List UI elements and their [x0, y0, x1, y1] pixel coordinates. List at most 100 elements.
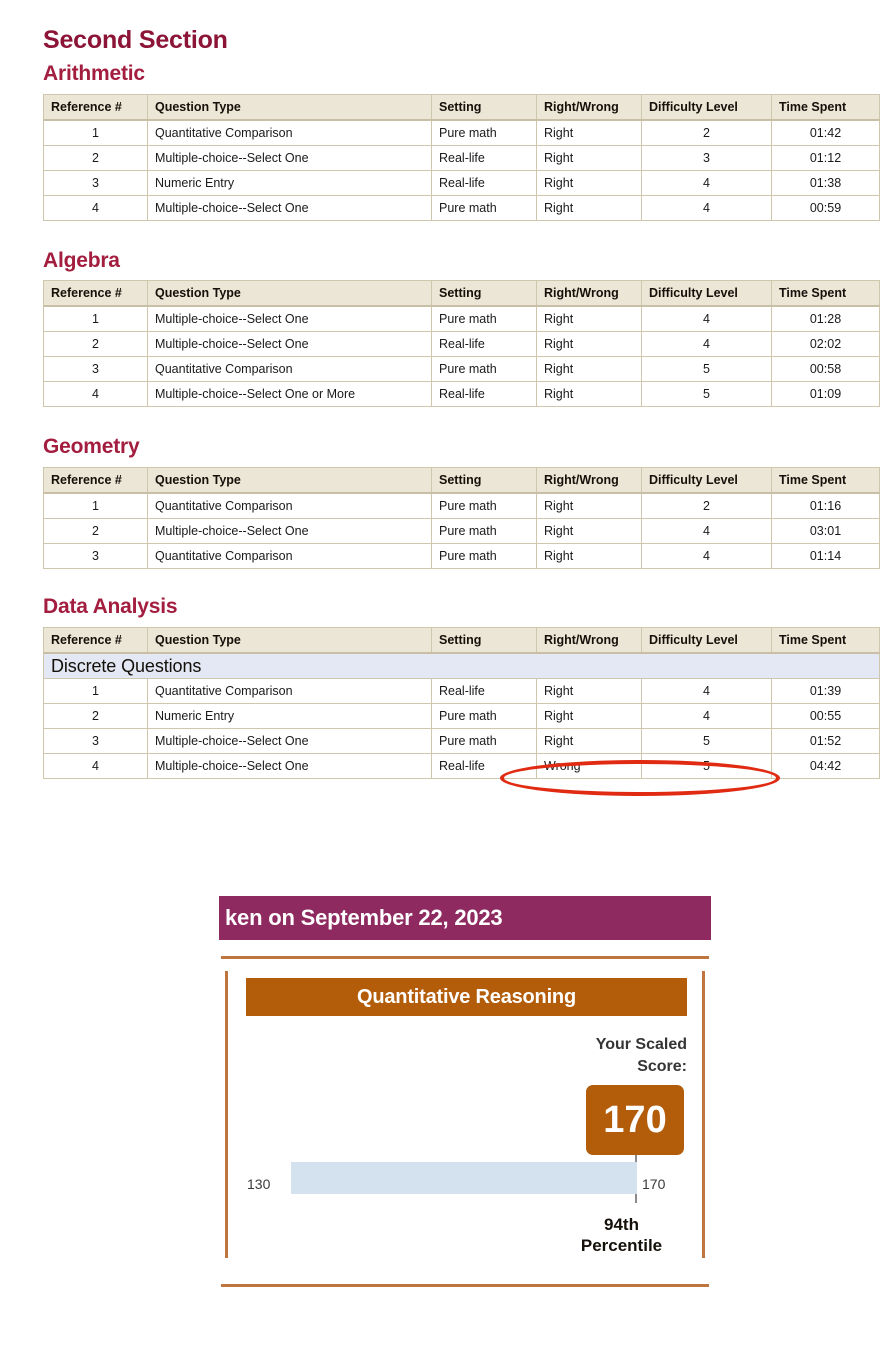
table-header-row: Reference # Question Type Setting Right/…: [43, 280, 880, 307]
cell-time-spent: 01:28: [771, 305, 880, 332]
table-data-analysis: Reference # Question Type Setting Right/…: [43, 627, 880, 779]
percentile-label: 94th Percentile: [529, 1214, 714, 1256]
table-header-row: Reference # Question Type Setting Right/…: [43, 467, 880, 494]
subgroup-row: Discrete Questions: [43, 652, 880, 679]
cell-reference: 1: [43, 305, 148, 332]
cell-setting: Real-life: [431, 145, 537, 171]
cell-question-type: Quantitative Comparison: [147, 119, 432, 146]
cell-difficulty: 4: [641, 518, 772, 544]
table-geometry: Reference # Question Type Setting Right/…: [43, 467, 880, 569]
cell-reference: 2: [43, 518, 148, 544]
cell-question-type: Multiple-choice--Select One: [147, 145, 432, 171]
cell-difficulty: 4: [641, 170, 772, 196]
cell-difficulty: 5: [641, 728, 772, 754]
cell-right-wrong: Right: [536, 195, 642, 221]
cell-time-spent: 01:12: [771, 145, 880, 171]
group-title-data-analysis: Data Analysis: [43, 595, 178, 618]
cell-time-spent: 04:42: [771, 753, 880, 779]
cell-reference: 1: [43, 119, 148, 146]
cell-setting: Pure math: [431, 518, 537, 544]
divider-bottom: [221, 1284, 709, 1287]
cell-time-spent: 01:38: [771, 170, 880, 196]
score-range-min-label: 130: [247, 1176, 271, 1192]
table-row: 1 Quantitative Comparison Real-life Righ…: [43, 678, 880, 704]
table-row: 3 Quantitative Comparison Pure math Righ…: [43, 356, 880, 382]
cell-difficulty: 4: [641, 703, 772, 729]
table-row: 2 Numeric Entry Pure math Right 4 00:55: [43, 703, 880, 729]
column-header-difficulty: Difficulty Level: [641, 280, 772, 307]
cell-time-spent: 00:59: [771, 195, 880, 221]
cell-setting: Real-life: [431, 331, 537, 357]
column-header-setting: Setting: [431, 467, 537, 494]
score-range-max-label: 170: [642, 1176, 666, 1192]
page-title: Second Section: [43, 26, 228, 54]
cell-right-wrong: Right: [536, 678, 642, 704]
table-row: 4 Multiple-choice--Select One Real-life …: [43, 753, 880, 779]
cell-question-type: Numeric Entry: [147, 170, 432, 196]
cell-difficulty: 5: [641, 356, 772, 382]
cell-question-type: Multiple-choice--Select One: [147, 753, 432, 779]
table-row: 3 Multiple-choice--Select One Pure math …: [43, 728, 880, 754]
cell-right-wrong: Right: [536, 381, 642, 407]
column-header-question-type: Question Type: [147, 94, 432, 121]
cell-question-type: Numeric Entry: [147, 703, 432, 729]
cell-question-type: Quantitative Comparison: [147, 678, 432, 704]
column-header-right-wrong: Right/Wrong: [536, 467, 642, 494]
cell-time-spent: 01:09: [771, 381, 880, 407]
column-header-time-spent: Time Spent: [771, 467, 880, 494]
cell-difficulty: 4: [641, 195, 772, 221]
cell-right-wrong: Wrong: [536, 753, 642, 779]
divider-top: [221, 956, 709, 959]
cell-time-spent: 03:01: [771, 518, 880, 544]
cell-question-type: Multiple-choice--Select One or More: [147, 381, 432, 407]
cell-right-wrong: Right: [536, 331, 642, 357]
cell-reference: 4: [43, 753, 148, 779]
column-header-reference: Reference #: [43, 280, 148, 307]
cell-right-wrong: Right: [536, 518, 642, 544]
cell-time-spent: 01:52: [771, 728, 880, 754]
cell-reference: 2: [43, 331, 148, 357]
table-row: 3 Numeric Entry Real-life Right 4 01:38: [43, 170, 880, 196]
cell-reference: 2: [43, 703, 148, 729]
cell-reference: 3: [43, 356, 148, 382]
cell-reference: 3: [43, 170, 148, 196]
percentile-word: Percentile: [580, 1236, 663, 1255]
table-algebra: Reference # Question Type Setting Right/…: [43, 280, 880, 407]
cell-setting: Real-life: [431, 678, 537, 704]
table-row: 1 Quantitative Comparison Pure math Righ…: [43, 492, 880, 519]
column-header-right-wrong: Right/Wrong: [536, 627, 642, 654]
cell-question-type: Multiple-choice--Select One: [147, 728, 432, 754]
frame-border-left: [225, 971, 228, 1258]
cell-setting: Pure math: [431, 119, 537, 146]
cell-time-spent: 00:55: [771, 703, 880, 729]
group-title-algebra: Algebra: [43, 249, 120, 272]
cell-right-wrong: Right: [536, 356, 642, 382]
cell-question-type: Multiple-choice--Select One: [147, 518, 432, 544]
scaled-score-label-line2: Score:: [637, 1058, 687, 1075]
cell-reference: 1: [43, 492, 148, 519]
cell-time-spent: 02:02: [771, 331, 880, 357]
table-row: 2 Multiple-choice--Select One Pure math …: [43, 518, 880, 544]
cell-reference: 1: [43, 678, 148, 704]
cell-reference: 4: [43, 381, 148, 407]
cell-difficulty: 4: [641, 331, 772, 357]
cell-reference: 3: [43, 543, 148, 569]
group-title-arithmetic: Arithmetic: [43, 62, 145, 85]
cell-right-wrong: Right: [536, 305, 642, 332]
column-header-setting: Setting: [431, 627, 537, 654]
cell-right-wrong: Right: [536, 543, 642, 569]
cell-difficulty: 4: [641, 678, 772, 704]
cell-difficulty: 2: [641, 492, 772, 519]
column-header-difficulty: Difficulty Level: [641, 627, 772, 654]
table-row: 1 Quantitative Comparison Pure math Righ…: [43, 119, 880, 146]
cell-setting: Pure math: [431, 356, 537, 382]
cell-setting: Pure math: [431, 195, 537, 221]
table-header-row: Reference # Question Type Setting Right/…: [43, 627, 880, 654]
percentile-value: 94th: [604, 1215, 639, 1234]
cell-time-spent: 01:39: [771, 678, 880, 704]
table-header-row: Reference # Question Type Setting Right/…: [43, 94, 880, 121]
cell-difficulty: 3: [641, 145, 772, 171]
cell-reference: 2: [43, 145, 148, 171]
column-header-time-spent: Time Spent: [771, 280, 880, 307]
cell-question-type: Multiple-choice--Select One: [147, 195, 432, 221]
